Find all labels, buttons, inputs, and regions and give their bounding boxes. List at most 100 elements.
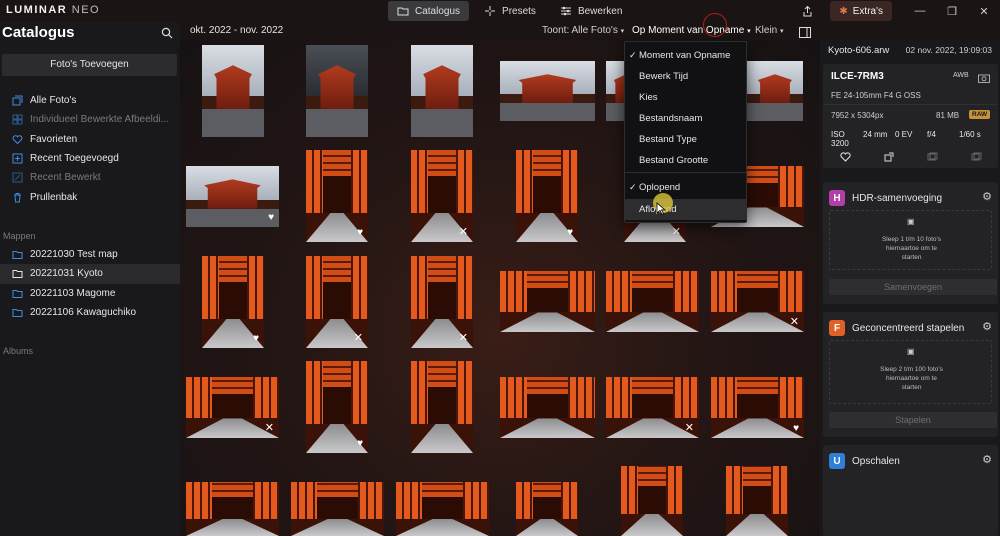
gear-icon[interactable]: ⚙ [982,320,992,333]
photo-thumbnail[interactable] [500,61,595,121]
photo-thumbnail[interactable] [500,377,595,438]
favorite-icon[interactable]: ♥ [268,212,274,223]
photo-thumbnail[interactable] [306,45,368,137]
folder-icon [12,309,23,318]
photo-thumbnail[interactable] [500,271,595,332]
favorite-heart-icon[interactable] [839,149,851,167]
gear-icon[interactable]: ⚙ [982,453,992,466]
panel-title: Catalogus [2,24,75,41]
minimize-button[interactable]: — [904,0,936,22]
photo-thumbnail[interactable] [606,271,699,332]
size-dropdown[interactable]: Klein ▾ [755,25,784,36]
share-icon[interactable] [796,0,818,22]
menu-item-filesize[interactable]: Bestand Grootte [625,150,746,171]
add-photos-button[interactable]: Foto's Toevoegen [2,54,177,76]
menu-item-filename[interactable]: Bestandsnaam [625,108,746,129]
photo-thumbnail[interactable] [516,482,578,536]
favorite-icon[interactable]: ♥ [357,438,363,449]
reject-icon[interactable]: ✕ [459,227,468,238]
stack-icon[interactable] [971,149,982,167]
folder-item-selected[interactable]: 20221031 Kyoto [0,264,180,284]
photo-thumbnail[interactable]: ♥ [516,150,578,242]
photo-thumbnail[interactable] [396,482,489,536]
file-name: Kyoto-606.arw [828,45,890,56]
check-icon: ✓ [629,182,637,192]
hdr-merge-card: H HDR-samenvoeging ⚙ ▣ Sleep 1 t/m 10 fo… [823,182,998,304]
menu-item-filetype[interactable]: Bestand Type [625,129,746,150]
merge-button[interactable]: Samenvoegen [829,279,997,295]
sidebar-item-recently-added[interactable]: Recent Toegevoegd [0,149,180,168]
folder-icon [397,7,409,16]
photo-thumbnail[interactable]: ♥ [711,377,804,438]
photo-thumbnail[interactable]: ✕ [411,150,473,242]
reject-icon[interactable]: ✕ [685,423,694,434]
reject-icon[interactable]: ✕ [672,227,681,238]
lens-info: FE 24-105mm F4 G OSS [831,91,921,100]
maximize-button[interactable]: ❐ [936,0,968,22]
tab-presets[interactable]: Presets [475,1,545,21]
menu-item-edit-time[interactable]: Bewerk Tijd [625,66,746,87]
photo-thumbnail[interactable]: ♥ [202,256,264,348]
compare-icon[interactable] [927,149,938,167]
photo-thumbnail[interactable] [291,482,384,536]
photo-thumbnail[interactable]: ✕ [186,377,279,438]
upscale-header: U Opschalen [829,453,900,469]
sidebar-item-favorites[interactable]: Favorieten [0,130,180,149]
trash-icon [14,192,21,203]
favorite-icon[interactable]: ♥ [253,333,259,344]
photo-thumbnail[interactable] [186,482,279,536]
sort-dropdown[interactable]: Op Moment van Opname ▾ [632,25,751,36]
sidebar-item-recently-edited[interactable]: Recent Bewerkt [0,168,180,187]
sidebar-item-all-photos[interactable]: Alle Foto's [0,91,180,110]
export-icon[interactable] [884,149,894,167]
photo-thumbnail[interactable]: ✕ [606,377,699,438]
menu-item-capture-time[interactable]: ✓ Moment van Opname [625,45,746,66]
reject-icon[interactable]: ✕ [265,423,274,434]
panel-toggle-icon[interactable] [799,25,811,43]
photo-thumbnail[interactable] [747,61,803,121]
photo-thumbnail[interactable]: ✕ [411,256,473,348]
photo-thumbnail[interactable]: ♥ [306,150,368,242]
reject-icon[interactable]: ✕ [354,333,363,344]
shutter-speed: 1/60 s [959,130,981,139]
upscale-title: Opschalen [852,455,900,467]
focus-stack-icon: F [829,320,845,336]
show-filter-dropdown[interactable]: Toont: Alle Foto's ▾ [542,25,624,36]
photo-thumbnail[interactable]: ✕ [711,271,804,332]
close-button[interactable]: ✕ [968,0,1000,22]
photo-thumbnail[interactable]: ♥ [186,166,279,227]
favorite-icon[interactable]: ♥ [567,227,573,238]
menu-item-pick[interactable]: Kies [625,87,746,108]
tab-catalogus[interactable]: Catalogus [388,1,470,21]
image-icon: ▣ [907,347,915,356]
favorite-icon[interactable]: ♥ [357,227,363,238]
hdr-drop-zone[interactable]: ▣ Sleep 1 t/m 10 foto's hiernaartoe om t… [829,210,992,270]
photo-thumbnail[interactable] [411,45,473,137]
reject-icon[interactable]: ✕ [459,333,468,344]
reject-icon[interactable]: ✕ [790,317,799,328]
photo-thumbnail[interactable] [411,361,473,453]
folder-item[interactable]: 20221106 Kawaguchiko [0,303,180,322]
photo-thumbnail[interactable] [726,466,788,536]
sidebar-item-edited[interactable]: Individueel Bewerkte Afbeeldi... [0,110,180,129]
library-list: Alle Foto's Individueel Bewerkte Afbeeld… [0,91,180,207]
stack-button[interactable]: Stapelen [829,412,997,428]
tab-bewerken[interactable]: Bewerken [551,1,631,21]
folder-item[interactable]: 20221030 Test map [0,245,180,264]
search-icon[interactable] [161,26,173,44]
menu-item-ascending[interactable]: ✓ Oplopend [625,177,746,198]
photo-thumbnail[interactable] [621,466,683,536]
gear-icon[interactable]: ⚙ [982,190,992,203]
photo-thumbnail[interactable]: ✕ [306,256,368,348]
extras-button[interactable]: ✱ Extra's [830,1,892,21]
image-icon: ▣ [907,217,915,226]
photo-thumbnail[interactable]: ♥ [306,361,368,453]
exif-row: ISO 3200 24 mm 0 EV f/4 1/60 s [831,130,991,148]
favorite-icon[interactable]: ♥ [793,423,799,434]
recent-edit-icon [12,172,23,183]
stack-drop-zone[interactable]: ▣ Sleep 2 t/m 100 foto's hiernaartoe om … [829,340,992,404]
sidebar-item-trash[interactable]: Prullenbak [0,187,180,206]
folder-item[interactable]: 20221103 Magome [0,284,180,303]
photo-thumbnail[interactable] [202,45,264,137]
menu-item-descending[interactable]: Aflopend [625,199,746,220]
